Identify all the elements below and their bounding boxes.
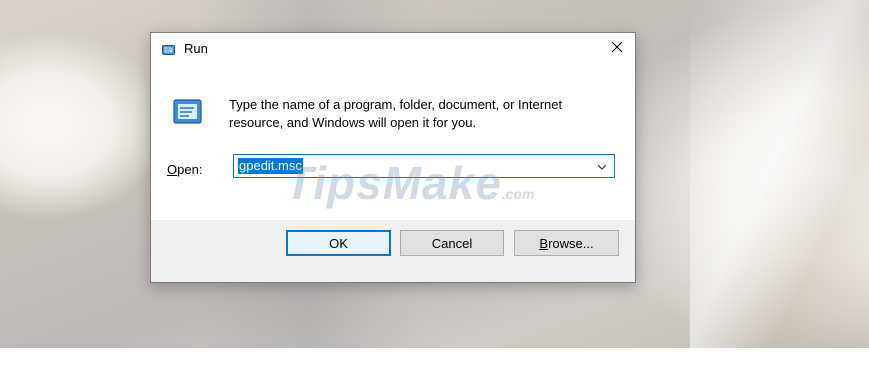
close-button[interactable]: [599, 33, 635, 65]
open-input-value[interactable]: gpedit.msc: [238, 158, 303, 174]
description-line: resource, and Windows will open it for y…: [229, 115, 477, 130]
browse-button[interactable]: Browse...: [514, 230, 619, 256]
dialog-content: Type the name of a program, folder, docu…: [151, 65, 635, 220]
open-combobox[interactable]: gpedit.msc: [233, 154, 615, 178]
close-icon: [611, 40, 623, 58]
open-label: Open:: [167, 162, 202, 177]
cancel-button[interactable]: Cancel: [400, 230, 504, 256]
browse-mnemonic: B: [539, 235, 549, 251]
run-dialog: Run Type the name of a program, folder, …: [150, 32, 636, 283]
ok-button[interactable]: OK: [286, 230, 391, 256]
run-icon: [162, 43, 176, 55]
bottom-strip: [0, 348, 869, 370]
open-label-text: pen:: [177, 162, 203, 177]
run-icon: [172, 97, 204, 127]
open-label-mnemonic: O: [167, 162, 178, 177]
description-line: Type the name of a program, folder, docu…: [229, 97, 563, 112]
title-bar[interactable]: Run: [151, 33, 635, 65]
background-highlight: [690, 0, 869, 370]
description-text: Type the name of a program, folder, docu…: [229, 96, 619, 132]
window-title: Run: [184, 41, 208, 56]
browse-label: rowse...: [548, 235, 594, 251]
chevron-down-icon[interactable]: [596, 160, 608, 172]
